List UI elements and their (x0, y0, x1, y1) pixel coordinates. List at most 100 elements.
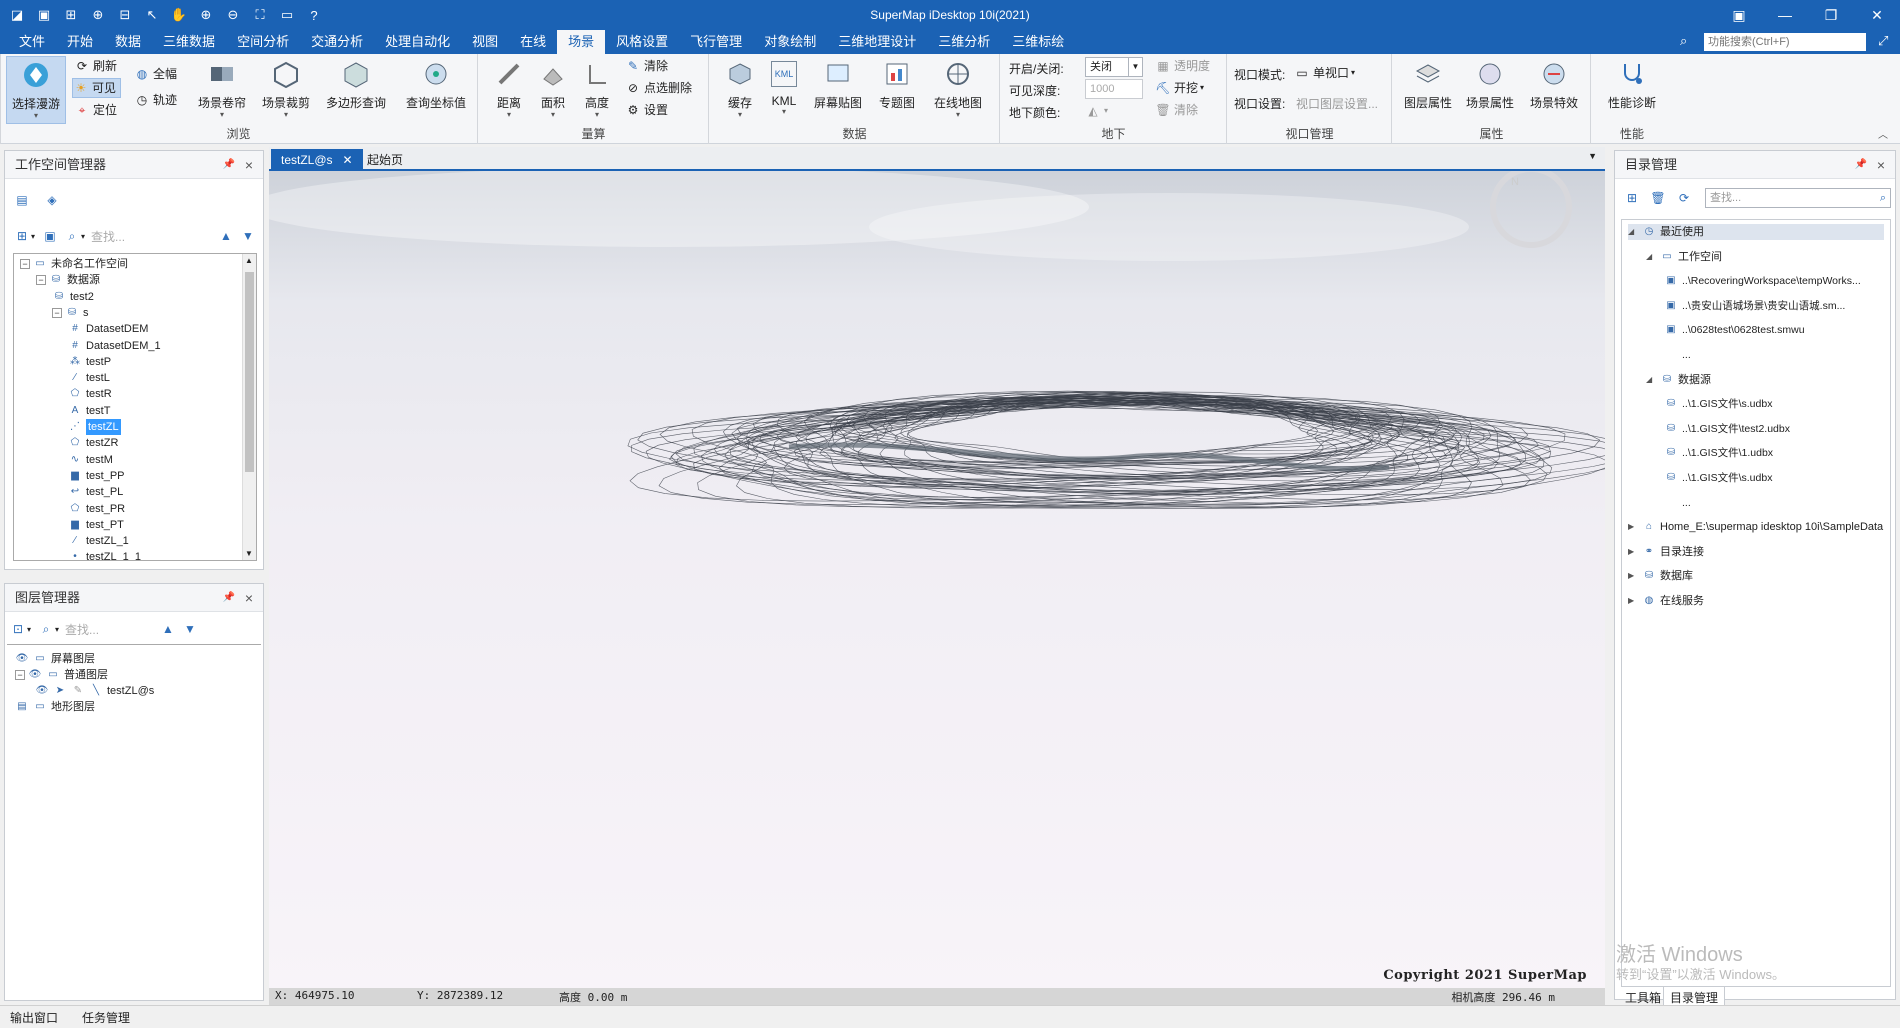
ug-clear-button[interactable]: 🗑 清除 (1155, 100, 1198, 120)
arrow-down-icon[interactable]: ▼ (181, 620, 199, 638)
catalog-tree-item[interactable]: ▶ ◍ 在线服务 (1628, 593, 1704, 609)
query-coord-button[interactable]: 查询坐标值 (400, 56, 472, 124)
polygon-query-button[interactable]: 多边形查询 (320, 56, 392, 124)
menu-tab-7[interactable]: 视图 (461, 30, 509, 54)
workspace-other-icon[interactable]: ◈ (43, 191, 61, 209)
arrow-up-icon[interactable]: ▲ (159, 620, 177, 638)
menu-tab-12[interactable]: 对象绘制 (753, 30, 827, 54)
workspace-tree-item[interactable]: • testZL_1_1 (68, 549, 141, 560)
workspace-menu-icon[interactable]: ⊞ (13, 227, 31, 245)
workspace-tree-item[interactable]: ∕ testZL_1 (68, 533, 129, 549)
menu-tab-11[interactable]: 飞行管理 (679, 30, 753, 54)
search-icon[interactable]: ⌕ (1680, 33, 1687, 49)
height-button[interactable]: 高度 ▾ (577, 56, 617, 124)
terrain-layer-icon[interactable]: ▤ (15, 700, 29, 714)
workspace-tree-item[interactable]: ⋰ testZL (68, 419, 121, 435)
expand-arrow-icon[interactable]: ◢ (1628, 224, 1638, 240)
layer-find-input[interactable]: 查找... (65, 621, 99, 638)
close-tab-icon[interactable]: ✕ (343, 153, 353, 167)
viewport-mode-dropdown[interactable]: ▭ 单视口 ▾ (1294, 63, 1355, 83)
expand-toggle-icon[interactable]: − (20, 259, 30, 269)
thematic-button[interactable]: 专题图 (872, 56, 922, 124)
delete-icon[interactable]: 🗑 (1649, 189, 1667, 207)
workspace-tree-item[interactable]: # DatasetDEM_1 (68, 338, 160, 354)
area-button[interactable]: 面积 ▾ (533, 56, 573, 124)
arrow-down-icon[interactable]: ▼ (239, 227, 257, 245)
close-icon[interactable]: × (1877, 151, 1885, 179)
search-icon[interactable]: ⌕ (37, 620, 55, 638)
expand-arrow-icon[interactable]: ▶ (1628, 568, 1638, 584)
workspace-tree-icon[interactable]: ▤ (13, 191, 31, 209)
new-folder-icon[interactable]: ⊞ (1623, 189, 1641, 207)
tab-list-dropdown-icon[interactable]: ▼ (1588, 151, 1597, 161)
catalog-tree-item[interactable]: ⛁ ..\1.GIS文件\s.udbx (1664, 396, 1773, 412)
catalog-tree-item[interactable]: ⛁ ..\1.GIS文件\test2.udbx (1664, 421, 1790, 437)
ug-onoff-combo[interactable]: 关闭 ▼ (1085, 57, 1143, 77)
menu-tab-13[interactable]: 三维地理设计 (827, 30, 927, 54)
workspace-tree-item[interactable]: # DatasetDEM (68, 321, 148, 337)
restore-layout-icon[interactable]: ▣ (1716, 0, 1762, 30)
minimize-button[interactable]: — (1762, 0, 1808, 30)
menu-tab-15[interactable]: 三维标绘 (1001, 30, 1075, 54)
scene-viewport[interactable]: N Copyright 2021 SuperMap (269, 147, 1605, 1005)
menu-tab-6[interactable]: 处理自动化 (374, 30, 461, 54)
catalog-tree-item[interactable]: ◢ ◷ 最近使用 (1628, 224, 1884, 240)
scene-effect-button[interactable]: 场景特效 (1525, 56, 1583, 124)
catalog-tree-item[interactable]: ⛁ ..\1.GIS文件\s.udbx (1664, 470, 1773, 486)
catalog-tree-item[interactable]: ... (1664, 347, 1691, 363)
scene-prop-button[interactable]: 场景属性 (1461, 56, 1519, 124)
catalog-tree-item[interactable]: ◢ ▭ 工作空间 (1646, 249, 1722, 265)
refresh-icon[interactable]: ⟳ (1675, 189, 1693, 207)
workspace-tree-item[interactable]: − ▭ 未命名工作空间 (20, 256, 128, 272)
pin-icon[interactable]: 📌 (223, 151, 235, 179)
catalog-tree-item[interactable]: ◢ ⛁ 数据源 (1646, 372, 1711, 388)
catalog-tree-item[interactable]: ⛁ ..\1.GIS文件\1.udbx (1664, 445, 1773, 461)
pin-icon[interactable]: 📌 (1855, 151, 1867, 179)
expand-arrow-icon[interactable]: ◢ (1646, 372, 1656, 388)
pick-delete-button[interactable]: ⊘ 点选删除 (625, 78, 692, 98)
expand-toggle-icon[interactable]: − (52, 307, 62, 318)
menu-tab-10[interactable]: 风格设置 (605, 30, 679, 54)
catalog-tree-item[interactable]: ▶ ⚭ 目录连接 (1628, 544, 1704, 560)
workspace-tree-item[interactable]: − ⛁ 数据源 (36, 272, 100, 288)
workspace-tree-item[interactable]: ∕ testL (68, 370, 110, 386)
track-button[interactable]: ◷ 轨迹 (134, 90, 177, 110)
feature-search-input[interactable] (1704, 33, 1866, 51)
catalog-tree-item[interactable]: ▶ ⌂ Home_E:\supermap idesktop 10i\SampleDa… (1628, 519, 1883, 535)
visible-eye-icon[interactable]: 👁 (15, 652, 29, 666)
menu-tab-3[interactable]: 三维数据 (152, 30, 226, 54)
search-icon[interactable]: ⌕ (63, 227, 81, 245)
layer-tree-item[interactable]: 👁 ▭ 屏幕图层 (15, 651, 95, 667)
pin-icon[interactable]: 📌 (223, 584, 235, 612)
scrollbar-thumb[interactable] (245, 272, 254, 472)
scroll-up-icon[interactable]: ▲ (245, 256, 253, 265)
scene-clip-button[interactable]: 场景裁剪 ▾ (256, 56, 316, 124)
viewport-layer-settings-button[interactable]: 视口图层设置... (1296, 95, 1378, 112)
online-map-button[interactable]: 在线地图 ▾ (928, 56, 988, 124)
menu-tab-1[interactable]: 开始 (56, 30, 104, 54)
layer-tree-item[interactable]: − 👁 ▭ 普通图层 (15, 667, 108, 683)
workspace-scrollbar[interactable]: ▲ ▼ (242, 254, 256, 560)
measure-settings-button[interactable]: ⚙ 设置 (625, 100, 668, 120)
catalog-tree-item[interactable]: ▣ ..\0628test\0628test.smwu (1664, 322, 1804, 338)
expand-toggle-icon[interactable]: − (36, 275, 46, 286)
locate-button[interactable]: ⌖ 定位 (74, 100, 117, 120)
transparency-button[interactable]: ▦ 透明度 (1155, 56, 1210, 76)
tab-start-page[interactable]: 起始页 (357, 149, 413, 171)
close-button[interactable]: ✕ (1854, 0, 1900, 30)
maximize-button[interactable]: ❐ (1808, 0, 1854, 30)
menu-tab-2[interactable]: 数据 (104, 30, 152, 54)
layer-tree-item[interactable]: 👁 ➤ ✎ ╲ testZL@s (35, 683, 155, 699)
selectable-icon[interactable]: ➤ (53, 684, 67, 698)
visible-eye-icon[interactable]: 👁 (28, 668, 42, 682)
catalog-find-input[interactable]: 查找... ⌕ (1705, 188, 1891, 208)
ug-color-picker[interactable]: ◭ ▾ (1085, 101, 1108, 121)
scroll-down-icon[interactable]: ▼ (245, 549, 253, 558)
close-icon[interactable]: × (245, 584, 253, 612)
expand-arrow-icon[interactable]: ▶ (1628, 544, 1638, 560)
tab-testzl[interactable]: testZL@s ✕ (271, 149, 363, 171)
workspace-tree-item[interactable]: ▆ test_PT (68, 517, 124, 533)
menu-tab-4[interactable]: 空间分析 (226, 30, 300, 54)
cache-button[interactable]: 缓存 ▾ (720, 56, 760, 124)
tab-task-manager[interactable]: 任务管理 (82, 1009, 130, 1026)
